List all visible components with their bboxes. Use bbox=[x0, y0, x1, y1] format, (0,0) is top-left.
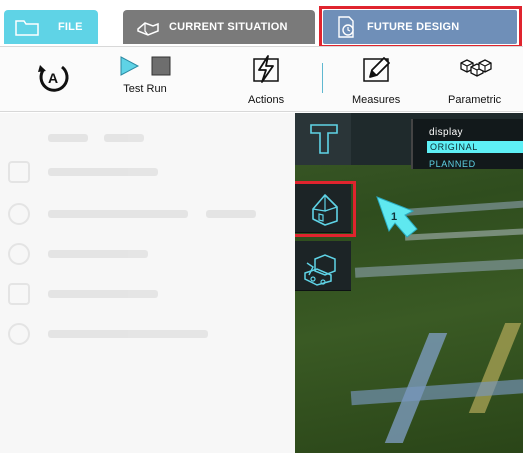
toolbar: A Test Run Actions Measures Parametric bbox=[0, 46, 523, 112]
svg-text:A: A bbox=[48, 70, 58, 86]
tab-current-situation[interactable]: CURRENT SITUATION bbox=[123, 10, 315, 44]
parametric-button[interactable]: Parametric bbox=[448, 55, 501, 106]
ghost-row bbox=[8, 323, 208, 345]
test-run-label: Test Run bbox=[123, 83, 167, 95]
display-option-planned[interactable]: PLANNED bbox=[429, 159, 476, 169]
ghost-row-header bbox=[8, 127, 144, 149]
map-road bbox=[354, 258, 523, 278]
bulldozer-icon bbox=[304, 254, 336, 286]
map-road bbox=[350, 378, 523, 406]
tab-current-situation-label: CURRENT SITUATION bbox=[169, 21, 288, 33]
map-logo-button[interactable] bbox=[295, 113, 351, 165]
ghost-row bbox=[8, 161, 158, 183]
pencil-edit-icon bbox=[363, 57, 391, 82]
tab-file[interactable]: FILE bbox=[4, 10, 98, 44]
measures-button[interactable]: Measures bbox=[352, 55, 400, 106]
test-run-button[interactable]: Test Run bbox=[118, 55, 172, 95]
play-icon bbox=[120, 56, 140, 76]
parametric-cubes-icon bbox=[459, 59, 492, 77]
toolbar-divider bbox=[322, 63, 323, 93]
actions-label: Actions bbox=[248, 94, 285, 106]
app-window: FILE CURRENT SITUATION FUTURE DESIGN A T… bbox=[0, 0, 523, 453]
house-button-highlight bbox=[295, 181, 356, 237]
auto-rotate-icon: A bbox=[38, 65, 69, 92]
buildings-icon bbox=[137, 22, 159, 36]
folder-icon bbox=[15, 20, 39, 36]
tygron-logo-icon bbox=[310, 124, 338, 154]
ghost-row bbox=[8, 283, 158, 305]
ghost-row bbox=[8, 243, 148, 265]
display-option-original[interactable]: ORIGINAL bbox=[427, 141, 523, 153]
map-road bbox=[404, 227, 523, 241]
actions-bolt-icon bbox=[253, 55, 279, 83]
stop-icon bbox=[151, 56, 171, 76]
tab-bar: FILE CURRENT SITUATION FUTURE DESIGN bbox=[0, 0, 523, 48]
future-design-highlight bbox=[319, 6, 522, 48]
ghost-row bbox=[8, 203, 256, 225]
step-pointer-icon: 1 bbox=[376, 196, 418, 238]
measures-label: Measures bbox=[352, 94, 401, 106]
tab-file-label: FILE bbox=[58, 21, 83, 33]
map-viewport[interactable]: display ORIGINAL PLANNED 1 bbox=[295, 113, 523, 453]
display-selector: display ORIGINAL PLANNED bbox=[411, 119, 523, 169]
bulldozer-button[interactable] bbox=[295, 241, 351, 291]
step-number: 1 bbox=[391, 211, 397, 223]
parametric-label: Parametric bbox=[448, 94, 502, 106]
left-panel bbox=[0, 113, 295, 453]
auto-mode-button[interactable]: A bbox=[36, 59, 72, 100]
map-plot bbox=[468, 323, 522, 413]
actions-button[interactable]: Actions bbox=[248, 55, 284, 106]
display-title: display bbox=[429, 127, 463, 138]
